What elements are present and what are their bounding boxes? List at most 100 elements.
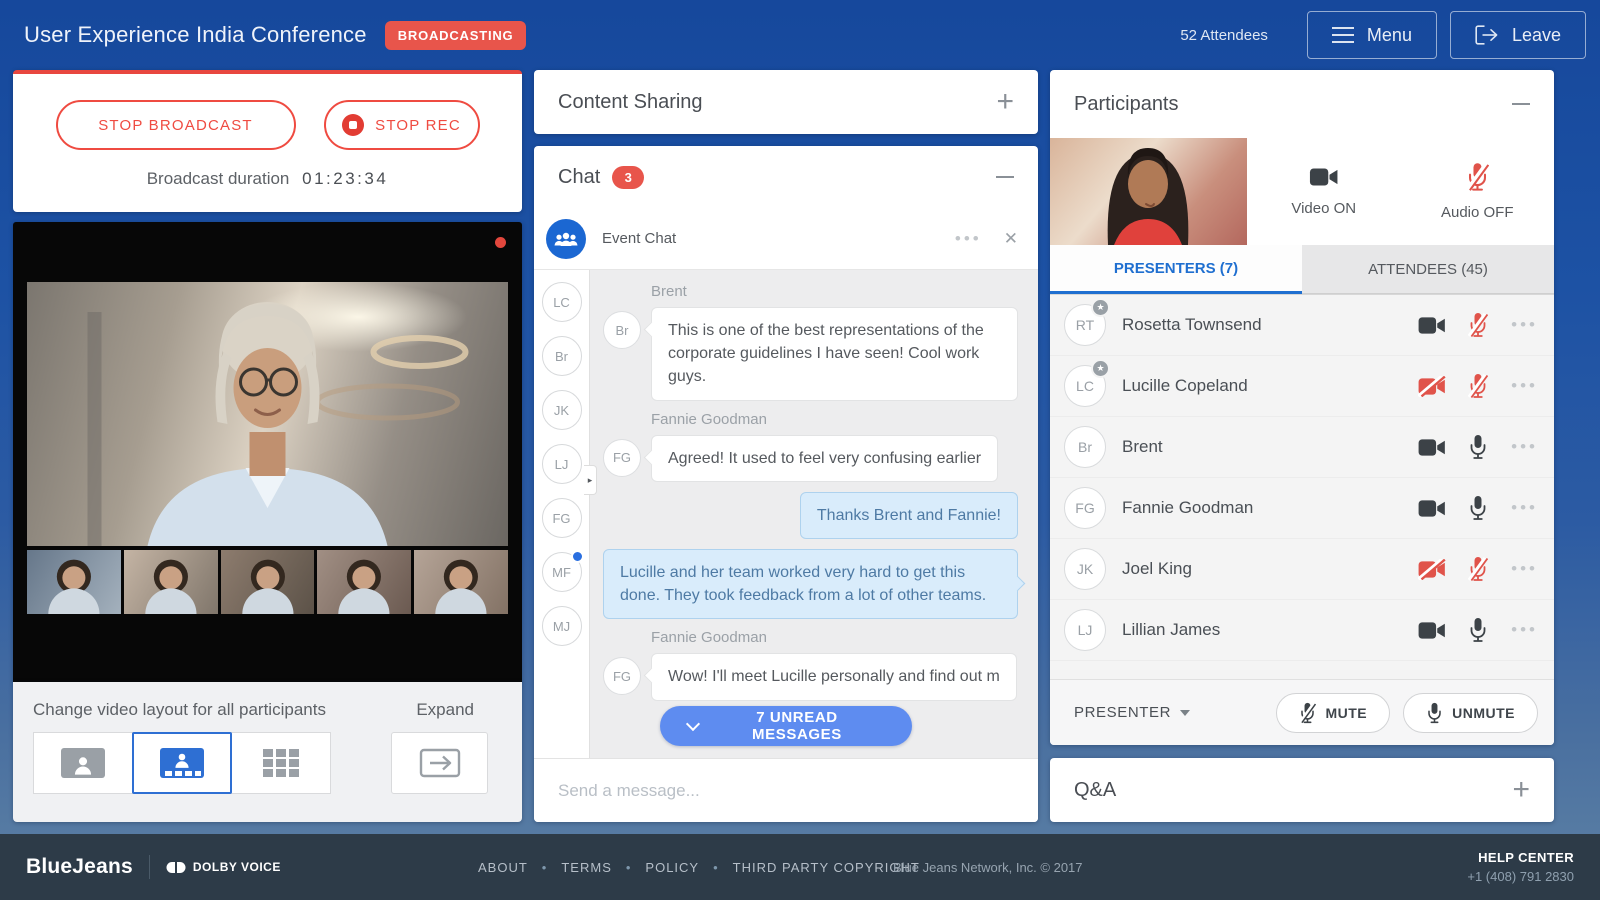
broadcast-duration-label: Broadcast duration xyxy=(147,169,290,188)
stop-broadcast-button[interactable]: STOP BROADCAST xyxy=(56,100,296,150)
chat-message: Fannie Goodman FG Agreed! It used to fee… xyxy=(603,411,1018,482)
message-avatar: Br xyxy=(603,311,641,349)
mic-on-icon[interactable] xyxy=(1467,495,1489,521)
participant-options-icon[interactable]: ••• xyxy=(1511,437,1538,457)
message-bubble: Lucille and her team worked very hard to… xyxy=(603,549,1018,619)
expand-qa-icon[interactable]: + xyxy=(1512,775,1530,805)
filmstrip-thumbnail[interactable] xyxy=(317,550,411,614)
copyright-text: Blue Jeans Network, Inc. © 2017 xyxy=(893,860,1083,875)
contact-initials: MF xyxy=(552,565,571,580)
thumbnail-person-silhouette xyxy=(27,550,121,614)
message-avatar: FG xyxy=(603,657,641,695)
chat-contact-avatar[interactable]: FG xyxy=(542,498,582,538)
filmstrip-thumbnail[interactable] xyxy=(27,550,121,614)
close-chat-icon[interactable]: ✕ xyxy=(1004,229,1018,249)
participants-tab[interactable]: PRESENTERS (7) xyxy=(1050,245,1302,294)
contact-initials: FG xyxy=(552,511,570,526)
footer-link[interactable]: THIRD PARTY COPYRIGHT xyxy=(699,860,920,875)
layout-speaker-button[interactable] xyxy=(33,732,133,794)
unread-messages-button[interactable]: 7 UNREAD MESSAGES xyxy=(660,706,912,746)
broadcast-duration-time: 01:23:34 xyxy=(302,169,388,188)
chat-contact-avatar[interactable]: JK xyxy=(542,390,582,430)
participant-row[interactable]: RT Rosetta Townsend xyxy=(1050,295,1554,356)
layout-grid-button[interactable] xyxy=(231,732,331,794)
expand-content-sharing-icon[interactable]: + xyxy=(996,87,1014,117)
thumbnail-person-silhouette xyxy=(317,550,411,614)
participant-options-icon[interactable]: ••• xyxy=(1511,498,1538,518)
event-chat-title: Event Chat xyxy=(602,230,676,247)
participant-row[interactable]: JK Joel King ••• xyxy=(1050,539,1554,600)
main-video-feed[interactable] xyxy=(27,282,508,546)
participant-avatar: JK xyxy=(1064,548,1106,590)
expand-arrow-icon xyxy=(419,748,461,778)
layout-filmstrip-button[interactable] xyxy=(132,732,232,794)
mute-all-button[interactable]: MUTE xyxy=(1276,693,1390,733)
participant-options-icon[interactable]: ••• xyxy=(1511,620,1538,640)
stop-recording-button[interactable]: STOP REC xyxy=(324,100,480,150)
participant-filmstrip xyxy=(27,550,508,614)
chat-options-icon[interactable]: ••• xyxy=(955,229,982,249)
mic-on-icon[interactable] xyxy=(1467,434,1489,460)
mic-on-icon[interactable] xyxy=(1467,617,1489,643)
filmstrip-thumbnail[interactable] xyxy=(414,550,508,614)
leave-button[interactable]: Leave xyxy=(1450,11,1586,59)
camera-on-icon[interactable] xyxy=(1417,498,1447,519)
chat-contact-avatar[interactable]: LC xyxy=(542,282,582,322)
footer-link[interactable]: POLICY xyxy=(612,860,699,875)
camera-on-icon[interactable] xyxy=(1417,315,1447,336)
footer-link[interactable]: TERMS xyxy=(528,860,612,875)
chat-contact-avatar[interactable]: Br xyxy=(542,336,582,376)
video-layout-controls: Change video layout for all participants… xyxy=(13,682,522,822)
chat-contact-avatar[interactable]: MF xyxy=(542,552,582,592)
mic-muted-icon[interactable] xyxy=(1467,312,1489,338)
thumbnail-person-silhouette xyxy=(414,550,508,614)
video-status[interactable]: Video ON xyxy=(1247,166,1401,217)
unread-dot xyxy=(571,550,584,563)
chat-message-input[interactable] xyxy=(534,759,1038,822)
menu-button[interactable]: Menu xyxy=(1307,11,1437,59)
chat-message: Thanks Brent and Fannie! xyxy=(603,492,1018,539)
message-avatar: FG xyxy=(603,439,641,477)
expand-video-button[interactable] xyxy=(391,732,488,794)
participant-row[interactable]: FG Fannie Goodman xyxy=(1050,478,1554,539)
participant-name: Lucille Copeland xyxy=(1122,376,1417,396)
participants-tab[interactable]: ATTENDEES (45) xyxy=(1302,245,1554,294)
chat-header: Chat 3 xyxy=(534,146,1038,208)
layout-label: Change video layout for all participants xyxy=(33,700,326,720)
footer-link[interactable]: ABOUT xyxy=(478,860,528,875)
unmute-all-button[interactable]: UNMUTE xyxy=(1403,693,1538,733)
participants-tabs: PRESENTERS (7) ATTENDEES (45) xyxy=(1050,245,1554,295)
self-silhouette xyxy=(1050,138,1247,245)
tab-label: ATTENDEES (45) xyxy=(1368,261,1488,278)
audio-status[interactable]: Audio OFF xyxy=(1401,162,1555,221)
filmstrip-thumbnail[interactable] xyxy=(221,550,315,614)
moderator-star-icon xyxy=(1091,359,1110,378)
filmstrip-thumbnail[interactable] xyxy=(124,550,218,614)
mic-muted-icon[interactable] xyxy=(1467,373,1489,399)
participant-options-icon[interactable]: ••• xyxy=(1511,559,1538,579)
participant-options-icon[interactable]: ••• xyxy=(1511,376,1538,396)
chat-contact-avatar[interactable]: MJ xyxy=(542,606,582,646)
contact-initials: Br xyxy=(555,349,568,364)
collapse-participants-icon[interactable] xyxy=(1512,103,1530,105)
mic-muted-icon[interactable] xyxy=(1467,556,1489,582)
rail-collapse-handle[interactable]: ▸ xyxy=(584,465,597,495)
participant-row[interactable]: LJ Lillian James xyxy=(1050,600,1554,661)
camera-on-icon[interactable] xyxy=(1417,620,1447,641)
camera-off-icon[interactable] xyxy=(1417,559,1447,580)
participant-options-icon[interactable]: ••• xyxy=(1511,315,1538,335)
mic-muted-icon xyxy=(1466,162,1489,192)
presenter-dropdown[interactable]: PRESENTER xyxy=(1074,704,1190,721)
camera-on-icon[interactable] xyxy=(1417,437,1447,458)
participant-name: Joel King xyxy=(1122,559,1417,579)
camera-off-icon[interactable] xyxy=(1417,376,1447,397)
participant-row[interactable]: Br Brent ••• xyxy=(1050,417,1554,478)
chat-contact-avatar[interactable]: LJ xyxy=(542,444,582,484)
self-video-preview[interactable] xyxy=(1050,138,1247,245)
collapse-chat-icon[interactable] xyxy=(996,176,1014,178)
participant-row[interactable]: LC Lucille Copeland xyxy=(1050,356,1554,417)
footer-right: HELP CENTER +1 (408) 791 2830 xyxy=(1467,850,1574,884)
presenter-dropdown-label: PRESENTER xyxy=(1074,704,1171,721)
help-center-link[interactable]: HELP CENTER xyxy=(1467,850,1574,865)
top-bar-right: 52 Attendees Menu Leave xyxy=(1180,11,1586,59)
